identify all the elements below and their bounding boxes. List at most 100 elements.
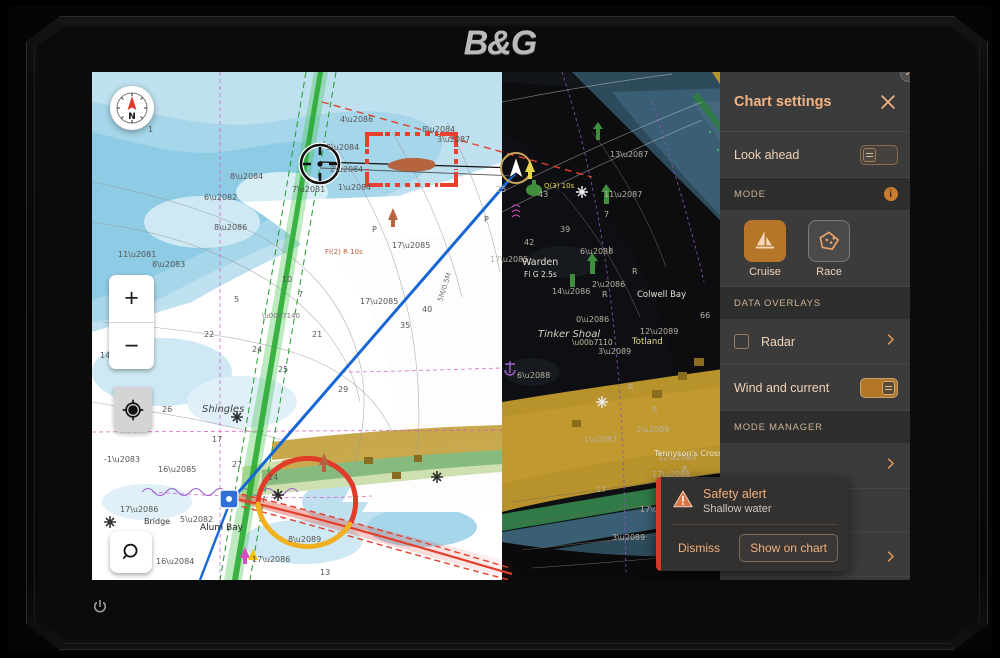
info-icon[interactable]: i xyxy=(884,187,898,201)
search-icon[interactable] xyxy=(110,531,152,573)
svg-text:42: 42 xyxy=(524,238,534,247)
section-data-overlays-label: DATA OVERLAYS xyxy=(734,297,821,309)
section-mode: MODE i xyxy=(720,178,910,210)
mode-selector: ✓ Cruise Race xyxy=(720,72,910,287)
svg-text:R: R xyxy=(602,290,608,299)
svg-text:17: 17 xyxy=(212,435,222,444)
mode-label-cruise: Cruise xyxy=(749,266,781,278)
toggle-knob xyxy=(863,147,876,162)
mode-item-cruise[interactable]: ✓ Cruise xyxy=(742,72,910,278)
svg-text:7\u2081: 7\u2081 xyxy=(292,185,325,194)
svg-text:43: 43 xyxy=(538,190,548,199)
row-wind-and-current[interactable]: Wind and current xyxy=(720,365,910,411)
section-data-overlays: DATA OVERLAYS xyxy=(720,287,910,319)
zoom-controls[interactable]: + − xyxy=(109,275,154,369)
svg-text:3\u2089: 3\u2089 xyxy=(598,347,631,356)
svg-text:P: P xyxy=(372,225,377,234)
svg-text:66: 66 xyxy=(700,311,710,320)
svg-text:3\u2089: 3\u2089 xyxy=(636,425,669,434)
svg-text:8\u2089: 8\u2089 xyxy=(288,535,321,544)
svg-text:7: 7 xyxy=(604,210,609,219)
svg-text:Warden: Warden xyxy=(522,257,558,268)
svg-text:27: 27 xyxy=(232,460,242,469)
svg-text:Totland: Totland xyxy=(631,337,663,347)
svg-text:R: R xyxy=(632,267,638,276)
look-ahead-toggle[interactable] xyxy=(860,144,898,165)
svg-text:P: P xyxy=(484,215,489,224)
compass-rose-icon[interactable]: N xyxy=(110,86,154,130)
svg-text:-1\u2083: -1\u2083 xyxy=(104,455,140,464)
svg-text:26: 26 xyxy=(162,405,172,414)
svg-text:Bridge: Bridge xyxy=(144,517,170,526)
svg-text:N: N xyxy=(128,112,136,122)
svg-text:14: 14 xyxy=(268,473,278,482)
svg-text:8\u2084: 8\u2084 xyxy=(230,172,263,181)
screen: 1 8\u2084 Shingles 8\u2086 7\u2081 2\u2084… xyxy=(92,72,910,580)
svg-text:2\u2086: 2\u2086 xyxy=(592,280,625,289)
svg-text:Fl G 2.5s: Fl G 2.5s xyxy=(524,270,557,279)
look-ahead-label: Look ahead xyxy=(734,147,800,162)
svg-text:16\u2085: 16\u2085 xyxy=(158,465,196,474)
svg-text:8\u2084: 8\u2084 xyxy=(422,125,455,134)
close-icon[interactable] xyxy=(878,92,898,112)
svg-text:25: 25 xyxy=(496,185,506,194)
wind-and-current-toggle[interactable] xyxy=(860,377,898,398)
svg-text:\u00b7110: \u00b7110 xyxy=(572,338,613,347)
race-tile[interactable] xyxy=(808,220,850,262)
svg-text:Q(3) 10s: Q(3) 10s xyxy=(544,182,575,190)
svg-text:Fl(2) R 10s: Fl(2) R 10s xyxy=(325,248,363,256)
page-title: Chart settings xyxy=(734,93,832,110)
svg-text:Colwell Bay: Colwell Bay xyxy=(637,290,686,300)
chevron-right-icon[interactable] xyxy=(883,549,898,568)
svg-text:Shingles: Shingles xyxy=(202,404,244,415)
svg-text:\u00b7140: \u00b7140 xyxy=(262,312,300,320)
zoom-out-button[interactable]: − xyxy=(109,322,154,369)
svg-text:40: 40 xyxy=(422,305,432,314)
svg-text:4\u2086: 4\u2086 xyxy=(340,115,373,124)
svg-text:17\u2086: 17\u2086 xyxy=(120,505,158,514)
alert-subtitle: Shallow water xyxy=(703,503,772,515)
row-look-ahead[interactable]: Look ahead xyxy=(720,132,910,178)
dismiss-button[interactable]: Dismiss xyxy=(672,537,726,559)
wind-and-current-label: Wind and current xyxy=(734,380,830,395)
svg-text:3\u2089: 3\u2089 xyxy=(612,533,645,542)
power-icon[interactable] xyxy=(91,598,109,616)
svg-text:11\u2081: 11\u2081 xyxy=(118,250,156,259)
cruise-tile[interactable] xyxy=(744,220,786,262)
alert-severity-stripe xyxy=(656,477,661,571)
mode-item-race[interactable]: Race xyxy=(806,220,852,278)
svg-text:13\u2087: 13\u2087 xyxy=(610,150,648,159)
svg-text:6\u2082: 6\u2082 xyxy=(204,193,237,202)
svg-text:3\u2087: 3\u2087 xyxy=(437,135,470,144)
alert-title: Safety alert xyxy=(703,487,767,501)
section-mode-manager: MODE MANAGER xyxy=(720,411,910,443)
svg-text:0\u2086: 0\u2086 xyxy=(576,315,609,324)
show-on-chart-button[interactable]: Show on chart xyxy=(739,534,838,562)
chevron-right-icon[interactable] xyxy=(883,332,898,351)
svg-text:21: 21 xyxy=(312,330,322,339)
svg-text:29: 29 xyxy=(338,385,348,394)
radar-label: Radar xyxy=(761,334,796,349)
svg-text:25: 25 xyxy=(278,365,288,374)
svg-text:39: 39 xyxy=(560,225,570,234)
radar-checkbox[interactable] xyxy=(734,334,749,349)
screenshot-root: B&G 1 8\u2084 Shingles 8\u2086 7\u2081 2… xyxy=(0,0,1000,658)
svg-text:7: 7 xyxy=(298,290,303,299)
svg-text:14\u2086: 14\u2086 xyxy=(552,287,590,296)
svg-text:16\u2084: 16\u2084 xyxy=(156,557,194,566)
section-mode-manager-label: MODE MANAGER xyxy=(734,421,823,433)
svg-text:17\u2086: 17\u2086 xyxy=(252,555,290,564)
alert-actions: Dismiss Show on chart xyxy=(672,524,838,562)
svg-text:35: 35 xyxy=(400,321,410,330)
svg-text:11\u2087: 11\u2087 xyxy=(604,190,642,199)
svg-text:17: 17 xyxy=(596,485,606,494)
svg-text:8\u2086: 8\u2086 xyxy=(214,223,247,232)
waypoint-marker xyxy=(219,489,239,509)
zoom-in-button[interactable]: + xyxy=(109,275,154,322)
locate-icon[interactable] xyxy=(114,387,152,432)
safety-alert-popup: Safety alert Shallow water Dismiss Show … xyxy=(656,477,848,571)
svg-text:17\u2085: 17\u2085 xyxy=(392,241,430,250)
row-radar[interactable]: Radar xyxy=(720,319,910,365)
chevron-right-icon[interactable] xyxy=(883,456,898,475)
svg-text:Alum Bay: Alum Bay xyxy=(200,523,244,533)
